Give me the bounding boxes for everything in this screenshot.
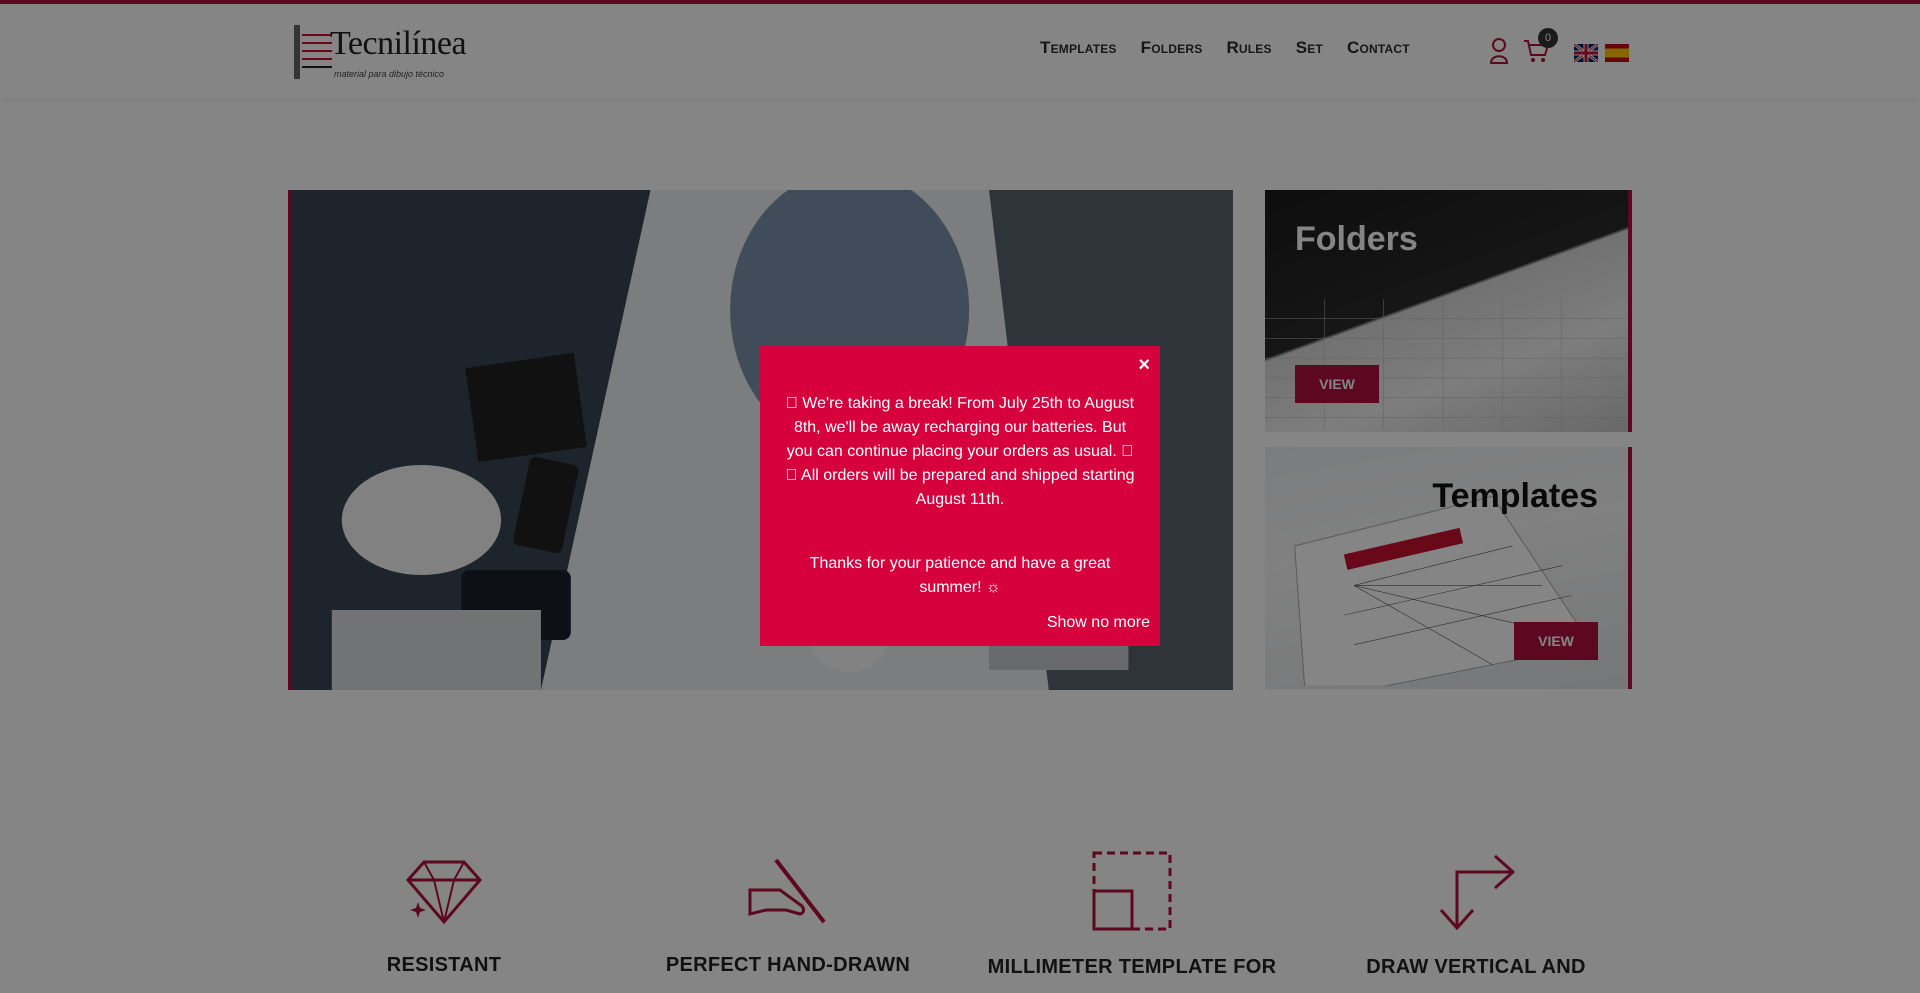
vacation-notice-modal: ×   We're taking a break! From July 25th… — [760, 346, 1160, 646]
modal-thanks: Thanks for your patience and have a grea… — [809, 555, 1111, 596]
close-icon[interactable]: × — [1138, 354, 1150, 377]
show-no-more-link[interactable]: Show no more — [1047, 614, 1150, 632]
modal-message:   We're taking a break! From July 25th t… — [785, 395, 1135, 508]
